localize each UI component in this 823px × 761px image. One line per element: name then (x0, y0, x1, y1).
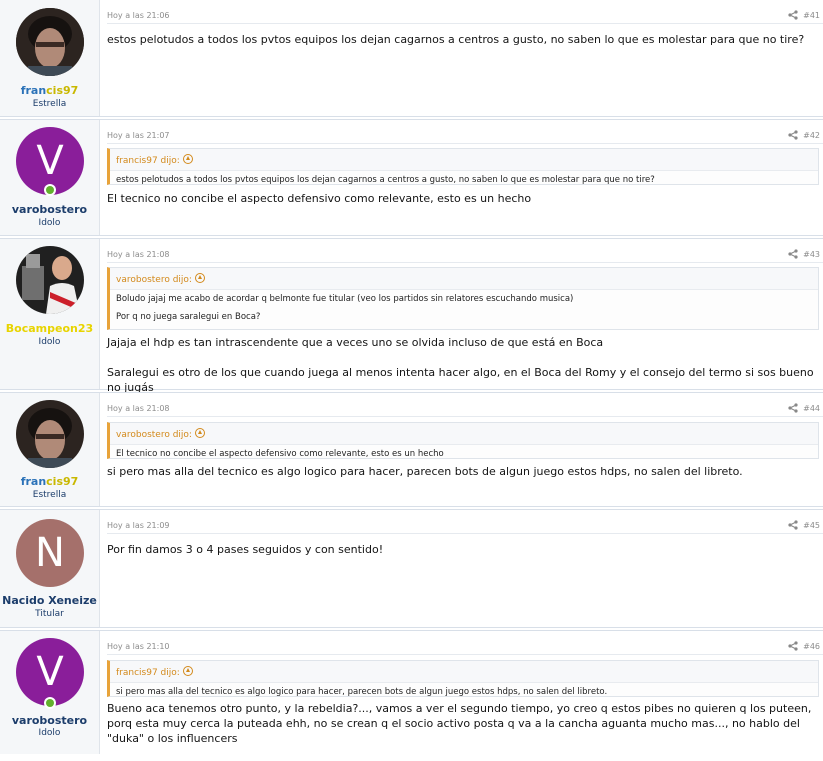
avatar[interactable]: V (16, 638, 84, 706)
quote-line: estos pelotudos a todos los pvtos equipo… (116, 175, 655, 185)
arrow-up-circle-icon[interactable] (194, 428, 205, 438)
post-time[interactable]: Hoy a las 21:07 (107, 131, 170, 140)
share-icon[interactable] (788, 249, 798, 259)
username[interactable]: varobostero (0, 714, 99, 727)
post-author-sidebar: V varobostero Idolo (0, 631, 100, 754)
quote-block: varobostero dijo: Boludo jajaj me acabo … (107, 267, 819, 330)
post-paragraph: Bueno aca tenemos otro punto, y la rebel… (107, 702, 812, 745)
post-body: El tecnico no concibe el aspecto defensi… (107, 191, 817, 221)
post-time[interactable]: Hoy a las 21:08 (107, 250, 170, 259)
post-46: V varobostero Idolo Hoy a las 21:10 #46 … (0, 630, 823, 754)
post-number[interactable]: #41 (803, 11, 820, 20)
online-status-icon (44, 697, 56, 709)
avatar[interactable]: N (16, 519, 84, 587)
post-meta: Hoy a las 21:07 #42 (107, 130, 823, 144)
user-title: Idolo (38, 218, 61, 228)
post-author-sidebar: Bocampeon23 Idolo (0, 239, 100, 389)
quote-line: Por q no juega saralegui en Boca? (116, 312, 261, 322)
post-author-sidebar: V varobostero Idolo (0, 120, 100, 235)
quote-body: estos pelotudos a todos los pvtos equipo… (110, 170, 818, 185)
avatar[interactable] (16, 400, 84, 468)
quote-line: Boludo jajaj me acabo de acordar q belmo… (116, 294, 574, 304)
post-author-sidebar: francis97 Estrella (0, 0, 100, 116)
post-meta: Hoy a las 21:10 #46 (107, 641, 823, 655)
post-number[interactable]: #43 (803, 250, 820, 259)
post-author-sidebar: francis97 Estrella (0, 393, 100, 506)
post-content: Hoy a las 21:07 #42 francis97 dijo: esto… (99, 120, 823, 235)
post-paragraph: Por fin damos 3 o 4 pases seguidos y con… (107, 543, 384, 556)
post-content: Hoy a las 21:08 #44 varobostero dijo: El… (99, 393, 823, 506)
quote-header[interactable]: varobostero dijo: (116, 428, 205, 440)
quote-block: francis97 dijo: estos pelotudos a todos … (107, 148, 819, 185)
post-content: Hoy a las 21:10 #46 francis97 dijo: si p… (99, 631, 823, 754)
quote-body: si pero mas alla del tecnico es algo log… (110, 682, 818, 697)
post-meta: Hoy a las 21:08 #43 (107, 249, 823, 263)
user-title: Titular (35, 609, 64, 619)
post-content: Hoy a las 21:08 #43 varobostero dijo: Bo… (99, 239, 823, 394)
avatar[interactable] (16, 8, 84, 76)
post-content: Hoy a las 21:09 #45 Por fin damos 3 o 4 … (99, 510, 823, 627)
post-paragraph: El tecnico no concibe el aspecto defensi… (107, 192, 532, 205)
avatar-photo-bocampeon23 (16, 246, 84, 314)
arrow-up-circle-icon[interactable] (182, 666, 193, 676)
post-body: Bueno aca tenemos otro punto, y la rebel… (107, 701, 817, 761)
share-icon[interactable] (788, 403, 798, 413)
post-time[interactable]: Hoy a las 21:06 (107, 11, 170, 20)
username[interactable]: francis97 (0, 475, 99, 488)
quote-line: El tecnico no concibe el aspecto defensi… (116, 449, 444, 459)
user-title: Idolo (38, 337, 61, 347)
post-time[interactable]: Hoy a las 21:08 (107, 404, 170, 413)
post-paragraph: Jajaja el hdp es tan intrascendente que … (107, 336, 604, 349)
post-meta: Hoy a las 21:06 #41 (107, 10, 823, 24)
post-43: Bocampeon23 Idolo Hoy a las 21:08 #43 va… (0, 238, 823, 394)
post-number[interactable]: #42 (803, 131, 820, 140)
online-status-icon (44, 184, 56, 196)
quote-block: francis97 dijo: si pero mas alla del tec… (107, 660, 819, 697)
avatar-photo-francis97 (16, 8, 84, 76)
user-title: Estrella (32, 99, 67, 109)
post-time[interactable]: Hoy a las 21:10 (107, 642, 170, 651)
user-title: Idolo (38, 728, 61, 738)
quote-block: varobostero dijo: El tecnico no concibe … (107, 422, 819, 459)
post-number[interactable]: #46 (803, 642, 820, 651)
quote-body: El tecnico no concibe el aspecto defensi… (110, 444, 818, 459)
post-content: Hoy a las 21:06 #41 estos pelotudos a to… (99, 0, 823, 116)
user-title: Estrella (32, 490, 67, 500)
share-icon[interactable] (788, 641, 798, 651)
post-meta: Hoy a las 21:08 #44 (107, 403, 823, 417)
post-body: si pero mas alla del tecnico es algo log… (107, 464, 817, 494)
post-41: francis97 Estrella Hoy a las 21:06 #41 e… (0, 0, 823, 117)
post-number[interactable]: #44 (803, 404, 820, 413)
arrow-up-circle-icon[interactable] (194, 273, 205, 283)
quote-header[interactable]: francis97 dijo: (116, 154, 193, 166)
post-body: Por fin damos 3 o 4 pases seguidos y con… (107, 542, 817, 572)
post-body: estos pelotudos a todos los pvtos equipo… (107, 32, 817, 62)
post-time[interactable]: Hoy a las 21:09 (107, 521, 170, 530)
post-meta: Hoy a las 21:09 #45 (107, 520, 823, 534)
post-paragraph: estos pelotudos a todos los pvtos equipo… (107, 33, 805, 46)
username[interactable]: francis97 (0, 84, 99, 97)
username[interactable]: varobostero (0, 203, 99, 216)
avatar-photo-francis97 (16, 400, 84, 468)
username[interactable]: Nacido Xeneize (0, 594, 99, 607)
post-paragraph: si pero mas alla del tecnico es algo log… (107, 465, 743, 478)
username[interactable]: Bocampeon23 (0, 322, 99, 335)
post-44: francis97 Estrella Hoy a las 21:08 #44 v… (0, 392, 823, 507)
post-number[interactable]: #45 (803, 521, 820, 530)
quote-header[interactable]: francis97 dijo: (116, 666, 193, 678)
avatar[interactable] (16, 246, 84, 314)
share-icon[interactable] (788, 130, 798, 140)
quote-line: si pero mas alla del tecnico es algo log… (116, 687, 608, 697)
share-icon[interactable] (788, 520, 798, 530)
arrow-up-circle-icon[interactable] (182, 154, 193, 164)
post-42: V varobostero Idolo Hoy a las 21:07 #42 … (0, 119, 823, 236)
quote-header[interactable]: varobostero dijo: (116, 273, 205, 285)
post-45: N Nacido Xeneize Titular Hoy a las 21:09… (0, 509, 823, 628)
quote-body: Boludo jajaj me acabo de acordar q belmo… (110, 289, 818, 329)
share-icon[interactable] (788, 10, 798, 20)
post-author-sidebar: N Nacido Xeneize Titular (0, 510, 100, 627)
post-paragraph: Saralegui es otro de los que cuando jueg… (107, 366, 814, 394)
